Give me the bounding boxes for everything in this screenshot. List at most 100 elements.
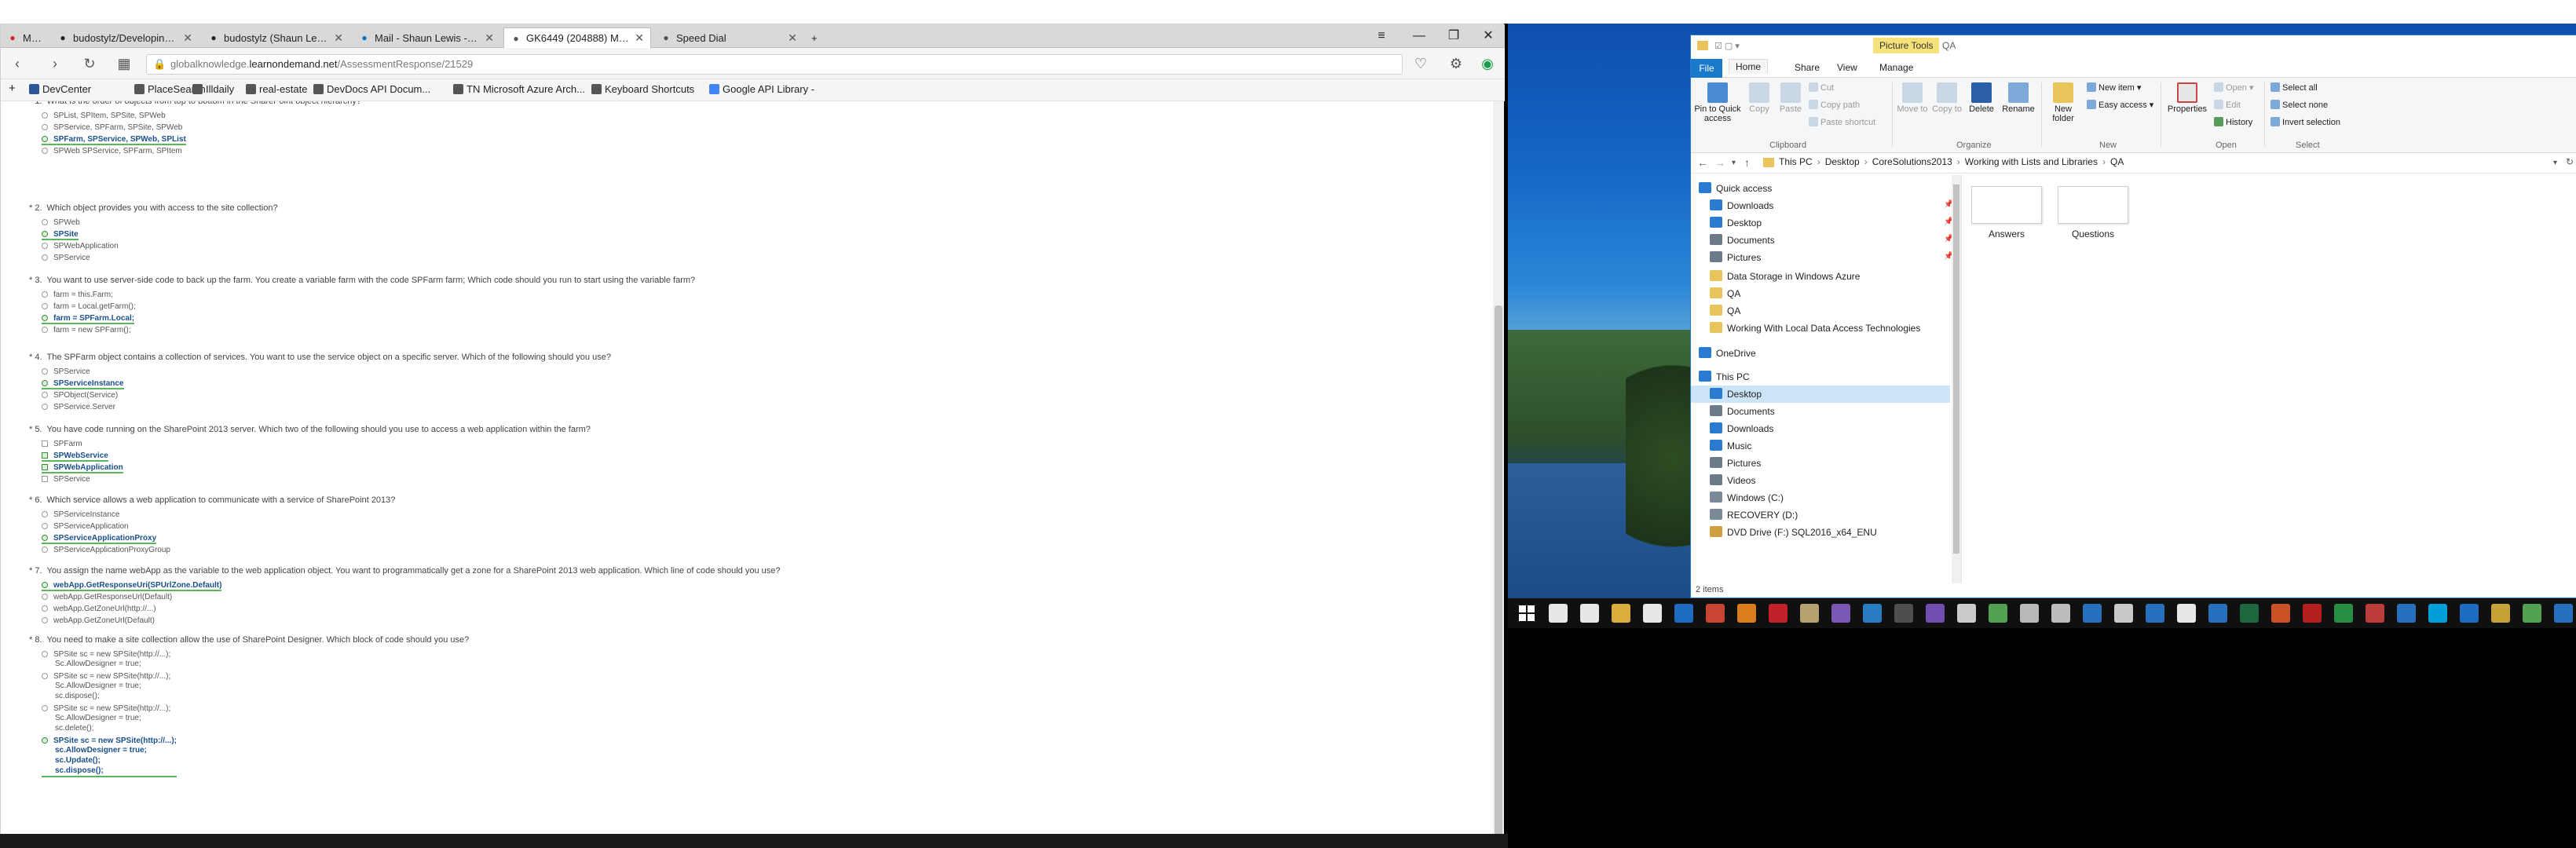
answer-option[interactable]: SPService: [42, 475, 90, 484]
easy-access-button[interactable]: Easy access ▾: [2087, 100, 2153, 110]
breadcrumb-item[interactable]: This PC: [1779, 156, 1813, 167]
firefox-icon[interactable]: [1737, 604, 1756, 623]
tab-menu-icon[interactable]: ≡: [1367, 27, 1396, 45]
radio-button[interactable]: [42, 315, 48, 321]
delete-button[interactable]: Delete: [1966, 82, 1997, 114]
radio-button[interactable]: [42, 392, 48, 398]
network-icon[interactable]: [2020, 604, 2039, 623]
copy-to-button[interactable]: Copy to: [1931, 82, 1963, 114]
nav-item[interactable]: RECOVERY (D:): [1710, 506, 1798, 524]
forward-icon[interactable]: →: [1714, 156, 1725, 169]
file-explorer-icon[interactable]: [1612, 604, 1630, 623]
answer-option[interactable]: SPSite sc = new SPSite(http://...); Sc.Al…: [42, 704, 170, 733]
task-view-icon[interactable]: [1580, 604, 1599, 623]
dropdown-icon[interactable]: ▾: [2553, 159, 2557, 167]
tab-file[interactable]: File: [1691, 59, 1722, 78]
nav-item[interactable]: This PC: [1699, 368, 1750, 386]
settings-icon[interactable]: ⚙: [1446, 54, 1466, 73]
edit-button[interactable]: Edit: [2214, 100, 2241, 110]
browser-tab[interactable]: ● budostylz/Developing-Mi ✕: [51, 27, 199, 48]
copy-path-button[interactable]: Copy path: [1809, 100, 1860, 110]
tab-manage[interactable]: Manage: [1879, 62, 1913, 73]
checkbox[interactable]: [42, 464, 48, 470]
move-to-button[interactable]: Move to: [1897, 82, 1928, 114]
edge-icon[interactable]: [1674, 604, 1693, 623]
radio-button[interactable]: [42, 291, 48, 298]
quick-access-toolbar-icon[interactable]: ☑ ▢ ▾: [1714, 41, 1740, 51]
sheet-icon[interactable]: [2334, 604, 2353, 623]
breadcrumb-item[interactable]: CoreSolutions2013: [1872, 156, 1952, 167]
forward-icon[interactable]: ›: [45, 54, 65, 73]
search-icon[interactable]: [1549, 604, 1568, 623]
answer-option[interactable]: SPSite: [42, 230, 79, 240]
breadcrumb-item[interactable]: QA: [2110, 156, 2124, 167]
breadcrumb[interactable]: This PC › Desktop › CoreSolutions2013 › Workin…: [1779, 156, 2124, 170]
radio-button[interactable]: [42, 124, 48, 130]
answer-option[interactable]: SPServiceApplicationProxy: [42, 534, 157, 544]
radio-button[interactable]: [42, 705, 48, 711]
nav-item[interactable]: Pictures: [1710, 455, 1761, 472]
bookmark-item[interactable]: DevCenter: [29, 83, 91, 95]
answer-option[interactable]: SPSite sc = new SPSite(http://...); Sc.Al…: [42, 650, 170, 669]
radio-button[interactable]: [42, 651, 48, 657]
file-item[interactable]: Answers: [1969, 186, 2044, 239]
answer-option[interactable]: SPService: [42, 254, 90, 262]
radio-button[interactable]: [42, 523, 48, 529]
answer-option[interactable]: webApp.GetResponseUrl(Default): [42, 593, 172, 601]
paste-button[interactable]: Paste: [1777, 82, 1804, 114]
radio-button[interactable]: [42, 219, 48, 225]
nav-item[interactable]: Desktop: [1710, 214, 1762, 232]
answer-option[interactable]: SPServiceApplicationProxyGroup: [42, 546, 170, 554]
windows-start-icon[interactable]: [1519, 605, 1535, 621]
nav-item[interactable]: Pictures: [1710, 249, 1761, 266]
vscode-icon[interactable]: [1863, 604, 1882, 623]
radio-button[interactable]: [42, 546, 48, 553]
nav-item[interactable]: Documents: [1710, 403, 1775, 420]
nav-item[interactable]: Music: [1710, 437, 1751, 455]
minimize-button[interactable]: —: [1405, 27, 1433, 45]
answer-option[interactable]: SPService, SPFarm, SPSite, SPWeb: [42, 123, 182, 132]
answer-option[interactable]: SPServiceInstance: [42, 379, 124, 389]
radio-button[interactable]: [42, 617, 48, 623]
radio-button[interactable]: [42, 605, 48, 612]
bookmark-item[interactable]: Illdaily: [192, 83, 234, 95]
back-icon[interactable]: ‹: [7, 54, 27, 73]
answer-option[interactable]: SPService.Server: [42, 403, 115, 411]
calc-grid-icon[interactable]: [2114, 604, 2133, 623]
radio-button[interactable]: [42, 380, 48, 386]
answer-option[interactable]: SPService: [42, 367, 90, 376]
checkbox[interactable]: [42, 440, 48, 447]
breadcrumb-item[interactable]: Desktop: [1825, 156, 1860, 167]
nav-item[interactable]: Videos: [1710, 472, 1755, 489]
close-window-button[interactable]: ✕: [1474, 27, 1502, 45]
radio-button[interactable]: [42, 231, 48, 237]
radio-button[interactable]: [42, 254, 48, 261]
book-icon[interactable]: [2491, 604, 2510, 623]
nav-item[interactable]: Quick access: [1699, 180, 1772, 197]
paste-shortcut-button[interactable]: Paste shortcut: [1809, 117, 1875, 127]
close-tab-icon[interactable]: ✕: [485, 31, 494, 45]
close-tab-icon[interactable]: ✕: [334, 31, 343, 45]
browser-tab[interactable]: ● Speed Dial ✕: [654, 27, 803, 48]
up-icon[interactable]: ↑: [1744, 156, 1750, 169]
visual-studio-icon[interactable]: [1831, 604, 1850, 623]
page-scrollbar[interactable]: [1493, 101, 1504, 847]
nav-scrollbar[interactable]: [1952, 175, 1961, 583]
answer-option[interactable]: SPWeb SPService, SPFarm, SPItem: [42, 147, 182, 155]
radio-button[interactable]: [42, 243, 48, 249]
tab-share[interactable]: Share: [1795, 62, 1820, 73]
checkbox[interactable]: [42, 476, 48, 482]
blue-app-icon[interactable]: [2460, 604, 2479, 623]
nav-item[interactable]: Windows (C:): [1710, 489, 1784, 506]
radio-button[interactable]: [42, 673, 48, 679]
answer-option[interactable]: webApp.GetZoneUrl(http://...): [42, 605, 156, 613]
store-icon[interactable]: [1643, 604, 1662, 623]
radio-button[interactable]: [42, 368, 48, 375]
answer-option[interactable]: SPSite sc = new SPSite(http://...); sc.Al…: [42, 737, 177, 777]
cut-button[interactable]: Cut: [1809, 82, 1834, 93]
radio-button[interactable]: [42, 327, 48, 333]
bookmark-item[interactable]: DevDocs API Docum...: [313, 83, 430, 95]
answer-option[interactable]: SPFarm: [42, 440, 82, 448]
chrome-icon[interactable]: [1706, 604, 1725, 623]
answer-option[interactable]: SPServiceApplication: [42, 522, 129, 531]
